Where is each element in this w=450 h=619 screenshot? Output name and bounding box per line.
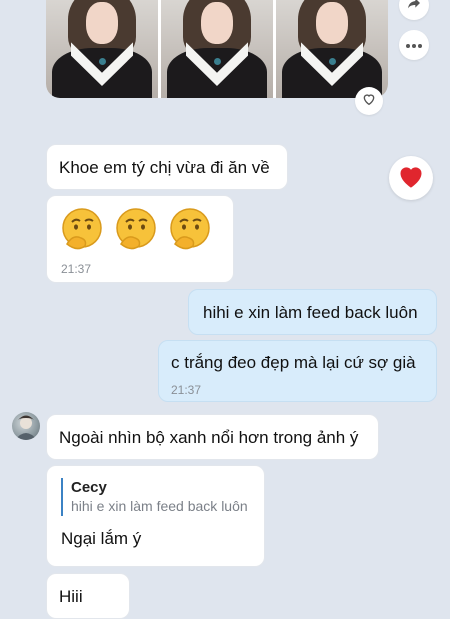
album-react-button[interactable]: [355, 87, 383, 115]
reaction-button[interactable]: [389, 156, 433, 200]
message-bubble[interactable]: Khoe em tý chị vừa đi ăn về: [46, 144, 288, 190]
quoted-text: hihi e xin làm feed back luôn: [71, 498, 248, 514]
share-icon: [406, 0, 422, 16]
thinking-face-icon: [167, 206, 213, 252]
more-icon: [405, 36, 423, 54]
album-photo-3[interactable]: [276, 0, 388, 98]
red-heart-icon: [397, 163, 425, 194]
photo-album[interactable]: [46, 0, 388, 98]
message-text: Ngại lắm ý: [61, 529, 142, 548]
reply-message-bubble[interactable]: Cecy hihi e xin làm feed back luôn Ngại …: [46, 465, 265, 567]
outgoing-message-bubble[interactable]: hihi e xin làm feed back luôn: [188, 289, 437, 335]
quoted-sender-name: Cecy: [71, 479, 107, 496]
outgoing-message-bubble[interactable]: c trắng đeo đẹp mà lại cứ sợ già 21:37: [158, 340, 437, 402]
avatar[interactable]: [12, 412, 40, 440]
message-text: Hiii: [59, 587, 83, 606]
message-text: Khoe em tý chị vừa đi ăn về: [59, 158, 270, 177]
message-text: Ngoài nhìn bộ xanh nổi hơn trong ảnh ý: [59, 428, 359, 447]
message-timestamp: 21:37: [61, 262, 92, 276]
message-bubble[interactable]: Hiii: [46, 573, 130, 619]
album-photo-1[interactable]: [46, 0, 158, 98]
thinking-face-icon: [59, 206, 105, 252]
share-button[interactable]: [399, 0, 429, 20]
emoji-message-bubble[interactable]: 21:37: [46, 195, 234, 283]
heart-outline-icon: [361, 91, 377, 112]
message-text: hihi e xin làm feed back luôn: [203, 303, 418, 322]
more-options-button[interactable]: [399, 30, 429, 60]
message-bubble[interactable]: Ngoài nhìn bộ xanh nổi hơn trong ảnh ý: [46, 414, 379, 460]
message-timestamp: 21:37: [171, 383, 202, 397]
album-photo-2[interactable]: [161, 0, 273, 98]
quoted-message[interactable]: Cecy hihi e xin làm feed back luôn: [61, 478, 250, 516]
thinking-face-icon: [113, 206, 159, 252]
message-text: c trắng đeo đẹp mà lại cứ sợ già: [171, 353, 416, 372]
